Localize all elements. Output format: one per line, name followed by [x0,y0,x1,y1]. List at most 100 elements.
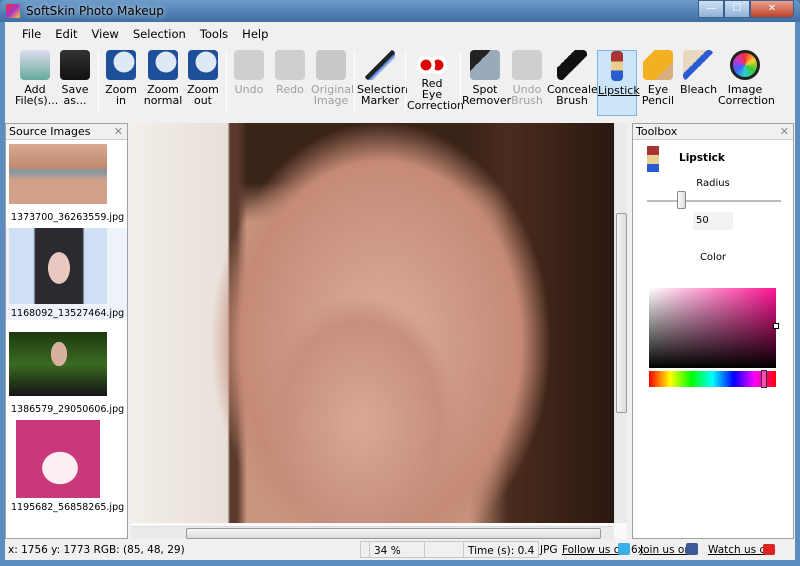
undo-brush-button[interactable]: Undo Brush [510,50,544,116]
toolbar-button-label: Selection Marker [357,83,408,107]
radius-slider-thumb[interactable] [676,191,686,209]
original-image-icon [316,50,346,80]
status-zoom: 34 % [369,541,425,558]
source-images-panel: Source Images ✕ 1373700_36263559.jpg 1168… [5,123,128,539]
undo-brush-icon [512,50,542,80]
zoom-in-icon [106,50,136,80]
facebook-icon[interactable] [686,543,698,555]
edited-photo[interactable] [131,123,614,523]
status-coords: x: 1756 y: 1773 RGB: (85, 48, 29) [8,544,185,556]
zoom-out-button[interactable]: Zoom out [185,50,221,116]
menu-edit[interactable]: Edit [48,27,84,41]
hue-slider[interactable] [649,370,776,388]
twitter-icon[interactable] [618,543,630,555]
hue-slider-thumb[interactable] [761,370,767,388]
join-us-link[interactable]: Join us on [640,541,691,558]
color-picker-square[interactable] [649,288,779,368]
toolbar-button-label: Image Correction [718,83,775,107]
bleach-button[interactable]: Bleach [680,50,718,116]
toolbar-separator [354,52,355,114]
toolbar: Add File(s)... Save as... Zoom in Zoom norm… [5,46,795,118]
toolbar-button-label: Save as... [61,83,89,107]
thumbnail-image [9,332,107,396]
toolbar-button-label: Zoom normal [143,83,183,107]
menu-file[interactable]: File [15,27,48,41]
concealer-brush-button[interactable]: Concealer Brush [547,50,603,116]
toolbar-separator [226,52,227,114]
menu-help[interactable]: Help [235,27,275,41]
toolbar-button-label: Spot Remover [462,83,512,107]
zoom-normal-button[interactable]: Zoom normal [143,50,183,116]
status-format: JPG [540,544,558,556]
undo-button[interactable]: Undo [232,50,266,116]
panel-title: Toolbox [636,125,678,138]
thumbnail-item[interactable]: 1168092_13527464.jpg [6,228,127,320]
selection-marker-button[interactable]: Selection Marker [357,50,408,116]
redo-icon [275,50,305,80]
toolbar-button-label: Undo Brush [511,83,543,107]
window-title: SoftSkin Photo Makeup [26,4,164,18]
tool-name: Lipstick [679,152,725,164]
status-time: Time (s): 0.4 [463,541,539,558]
thumbnail-filename: 1373700_36263559.jpg [11,212,125,223]
toolbar-button-label: Add File(s)... [15,83,59,107]
original-image-button[interactable]: Original Image [311,50,355,116]
thumbnail-item[interactable]: 1195682_56858265.jpg [6,420,127,514]
concealer-brush-icon [557,50,587,80]
thumbnail-filename: 1386579_29050606.jpg [11,404,125,415]
add-files-icon [20,50,50,80]
status-bar: x: 1756 y: 1773 RGB: (85, 48, 29) 34 % T… [5,540,795,559]
toolbar-button-label: Original Image [311,83,355,107]
thumbnail-item[interactable]: 1373700_36263559.jpg [6,144,127,224]
red-eye-icon [417,50,447,80]
radius-slider[interactable] [647,200,781,202]
image-correction-button[interactable]: Image Correction [718,50,775,116]
thumbnail-item[interactable]: 1386579_29050606.jpg [6,332,127,416]
menu-selection[interactable]: Selection [126,27,193,41]
radius-label: Radius [696,178,730,189]
toolbar-button-label: Concealer Brush [547,83,603,107]
menu-view[interactable]: View [85,27,126,41]
minimize-button[interactable]: — [698,0,724,18]
add-files-button[interactable]: Add File(s)... [15,50,59,116]
thumbnail-image [9,144,107,204]
close-button[interactable]: ✕ [750,0,794,18]
eye-pencil-button[interactable]: Eye Pencil [640,50,676,116]
undo-icon [234,50,264,80]
toolbar-separator [460,52,461,114]
selection-marker-icon [365,50,395,80]
toolbar-button-label: Redo [276,83,304,96]
toolbox-panel: Toolbox ✕ Lipstick Radius 50 Color [632,123,794,539]
lipstick-icon [647,146,659,172]
red-eye-button[interactable]: Red Eye Correction [407,50,464,116]
color-picker-cursor[interactable] [773,323,779,329]
spot-remover-button[interactable]: Spot Remover [462,50,512,116]
image-correction-icon [730,50,760,80]
toolbar-button-label: Zoom out [187,83,219,107]
spot-remover-icon [470,50,500,80]
youtube-icon[interactable] [763,544,775,555]
lipstick-icon [611,51,623,81]
zoom-in-button[interactable]: Zoom in [103,50,139,116]
vertical-scrollbar[interactable] [614,123,627,523]
horizontal-scrollbar[interactable] [131,526,614,539]
toolbar-button-label: Bleach [680,83,718,96]
close-icon[interactable]: ✕ [114,124,123,139]
menu-tools[interactable]: Tools [193,27,235,41]
radius-value[interactable]: 50 [693,212,733,230]
toolbar-button-label: Eye Pencil [641,83,675,107]
redo-button[interactable]: Redo [273,50,307,116]
bleach-icon [683,50,713,80]
thumbnail-image [16,420,100,498]
color-label: Color [699,252,727,263]
thumbnail-image [9,228,107,304]
maximize-button[interactable]: ☐ [724,0,750,18]
close-icon[interactable]: ✕ [780,124,789,139]
toolbar-separator [98,52,99,114]
app-window: SoftSkin Photo Makeup — ☐ ✕ File Edit Vi… [0,0,800,566]
image-canvas[interactable] [131,123,627,539]
toolbar-button-label: Lipstick [598,84,640,97]
save-button[interactable]: Save as... [57,50,93,116]
menu-bar: File Edit View Selection Tools Help [15,27,275,41]
lipstick-button[interactable]: Lipstick [597,50,640,116]
